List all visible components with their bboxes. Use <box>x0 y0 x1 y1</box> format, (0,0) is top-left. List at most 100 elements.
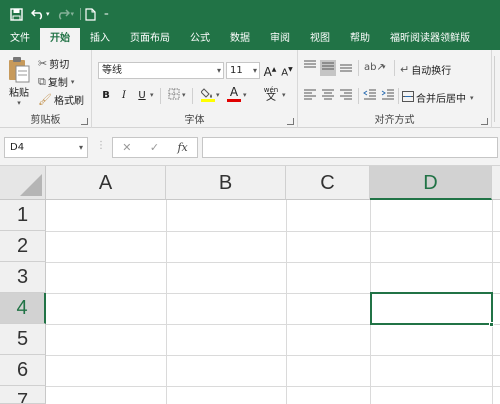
align-top-button[interactable] <box>302 60 318 76</box>
increase-indent-icon <box>381 89 394 100</box>
tab-help[interactable]: 帮助 <box>340 28 380 50</box>
tab-formulas[interactable]: 公式 <box>180 28 220 50</box>
save-icon[interactable] <box>10 7 23 21</box>
font-group: 等线 ▾ 11 ▾ A▲ A▼ B I U ▾ ▾ ▾ A ▾ wén 文 ▾ … <box>92 50 298 128</box>
paste-button[interactable]: 粘贴 ▾ <box>4 56 34 112</box>
merge-center-label: 合并后居中 <box>416 94 466 105</box>
column-header-a[interactable]: A <box>46 166 166 200</box>
row-header-4[interactable]: 4 <box>0 293 46 324</box>
borders-dropdown-icon[interactable]: ▾ <box>182 91 186 99</box>
align-middle-button[interactable] <box>320 60 336 76</box>
orientation-dropdown-icon[interactable]: ▾ <box>382 63 386 71</box>
row-header-3[interactable]: 3 <box>0 262 46 293</box>
grow-font-button[interactable]: A▲ <box>262 62 278 79</box>
enter-icon[interactable]: ✓ <box>150 141 159 154</box>
undo-dropdown-icon[interactable]: ▾ <box>46 10 50 18</box>
wrap-text-button[interactable]: ↵ 自动换行 <box>400 62 451 77</box>
column-header-c[interactable]: C <box>286 166 370 200</box>
redo-dropdown-icon[interactable]: ▾ <box>71 10 75 18</box>
copy-label: 复制 <box>47 78 68 89</box>
tab-home[interactable]: 开始 <box>40 28 80 50</box>
font-name-select[interactable]: 等线 ▾ <box>98 62 224 79</box>
alignment-divider-1 <box>358 60 359 76</box>
orientation-button[interactable]: ab↗ <box>364 60 385 76</box>
align-center-icon <box>322 89 334 100</box>
font-group-divider-1 <box>160 88 161 104</box>
phonetic-guide-button[interactable]: wén 文 <box>260 86 282 103</box>
column-header-overflow[interactable] <box>492 166 500 200</box>
tab-insert[interactable]: 插入 <box>80 28 120 50</box>
shrink-font-button[interactable]: A▼ <box>279 62 295 78</box>
ribbon-overflow-edge <box>494 56 500 122</box>
font-color-dropdown-icon[interactable]: ▾ <box>243 91 247 99</box>
underline-label: U <box>138 90 146 101</box>
new-document-icon[interactable] <box>85 7 96 21</box>
row-header-2[interactable]: 2 <box>0 231 46 262</box>
gridline-row-1 <box>46 231 500 232</box>
name-box-value: D4 <box>10 142 25 153</box>
redo-icon[interactable] <box>56 8 70 20</box>
font-size-select[interactable]: 11 ▾ <box>226 62 260 79</box>
phonetic-dropdown-icon[interactable]: ▾ <box>282 91 286 99</box>
fill-color-dropdown-icon[interactable]: ▾ <box>216 91 220 99</box>
titlebar-separator <box>80 8 82 20</box>
fill-handle[interactable] <box>489 322 494 327</box>
tab-page-layout[interactable]: 页面布局 <box>120 28 180 50</box>
italic-button[interactable]: I <box>116 88 132 104</box>
format-painter-button[interactable]: 🖌 格式刷 <box>38 92 84 107</box>
merge-center-button[interactable]: 合并后居中 ▾ <box>402 90 474 105</box>
row-header-7[interactable]: 7 <box>0 386 46 404</box>
undo-icon[interactable] <box>31 8 45 20</box>
tab-review[interactable]: 审阅 <box>260 28 300 50</box>
alignment-launcher-icon[interactable] <box>481 118 488 125</box>
italic-label: I <box>122 90 126 101</box>
customize-quick-access-icon[interactable]: ₌ <box>104 9 109 19</box>
paint-bucket-icon <box>200 88 215 105</box>
align-right-button[interactable] <box>338 88 354 104</box>
font-color-button[interactable]: A <box>226 86 242 102</box>
row-header-5[interactable]: 5 <box>0 324 46 355</box>
gridline-row-5 <box>46 355 500 356</box>
borders-button[interactable] <box>166 88 182 104</box>
tab-file[interactable]: 文件 <box>0 28 40 50</box>
tab-data[interactable]: 数据 <box>220 28 260 50</box>
decrease-indent-button[interactable] <box>362 88 378 104</box>
cancel-icon[interactable]: ✕ <box>122 141 131 154</box>
bold-button[interactable]: B <box>98 88 114 104</box>
row-header-6[interactable]: 6 <box>0 355 46 386</box>
copy-button[interactable]: ⧉ 复制 ▾ <box>38 74 74 90</box>
copy-icon: ⧉ <box>38 74 46 88</box>
underline-button[interactable]: U <box>134 88 150 104</box>
format-painter-label: 格式刷 <box>53 96 84 107</box>
column-header-b[interactable]: B <box>166 166 286 200</box>
merge-center-dropdown-icon: ▾ <box>470 93 474 102</box>
align-bottom-button[interactable] <box>338 60 354 76</box>
align-center-button[interactable] <box>320 88 336 104</box>
underline-dropdown-icon[interactable]: ▾ <box>150 91 154 99</box>
align-left-icon <box>304 89 316 100</box>
align-top-icon <box>304 60 316 68</box>
column-header-d[interactable]: D <box>370 166 492 200</box>
tab-view[interactable]: 视图 <box>300 28 340 50</box>
cut-button[interactable]: ✂ 剪切 <box>38 56 69 71</box>
tab-foxit-reader[interactable]: 福昕阅读器领鲜版 <box>380 28 474 50</box>
active-cell-d4[interactable] <box>370 292 493 325</box>
row-header-1[interactable]: 1 <box>0 200 46 231</box>
fill-color-button[interactable] <box>200 86 216 102</box>
clipboard-group: 粘贴 ▾ ✂ 剪切 ⧉ 复制 ▾ 🖌 格式刷 剪贴板 <box>0 50 92 128</box>
font-name-dropdown-icon: ▾ <box>216 66 221 75</box>
increase-indent-button[interactable] <box>380 88 396 104</box>
insert-function-icon[interactable]: fx <box>177 141 187 154</box>
font-group-label: 字体 <box>184 115 205 126</box>
paintbrush-icon: 🖌 <box>38 93 52 106</box>
font-launcher-icon[interactable] <box>287 118 294 125</box>
name-box-dropdown-icon: ▾ <box>78 143 83 152</box>
formula-input[interactable] <box>202 137 498 158</box>
font-size-dropdown-icon: ▾ <box>252 66 257 75</box>
align-right-icon <box>340 89 352 100</box>
align-left-button[interactable] <box>302 88 318 104</box>
name-box[interactable]: D4 ▾ <box>4 137 88 158</box>
clipboard-launcher-icon[interactable] <box>81 118 88 125</box>
alignment-group: ab↗ ▾ ↵ 自动换行 合并后居中 ▾ 对齐方式 <box>298 50 492 128</box>
select-all-corner[interactable] <box>0 166 46 200</box>
